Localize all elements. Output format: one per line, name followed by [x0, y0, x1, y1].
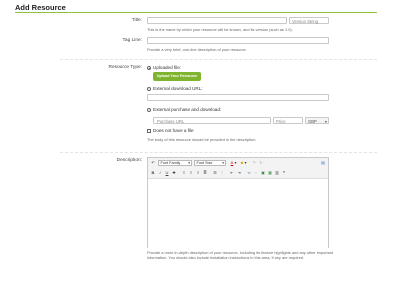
purchase-url-placeholder: Purchase URL: [157, 118, 185, 124]
repeat-icon[interactable]: ↻: [258, 160, 264, 166]
section-divider-2: [60, 152, 377, 153]
no-file-hint: The body of this resource should be prov…: [147, 137, 257, 142]
justify-icon[interactable]: ≣: [202, 170, 208, 176]
title-rule: [15, 12, 377, 13]
quote-icon[interactable]: ❝: [281, 170, 287, 176]
version-placeholder: Version String: [292, 18, 319, 24]
resource-type-label: Resource Type:: [108, 65, 142, 70]
align-right-icon[interactable]: ≡: [195, 170, 201, 176]
tagline-label: Tag Line:: [122, 38, 142, 43]
numbered-list-icon[interactable]: ⋮: [219, 170, 225, 176]
upload-resource-button[interactable]: Upload Your Resource: [153, 72, 201, 81]
uploaded-file-label: Uploaded file:: [153, 65, 182, 70]
editor-toolbar-row-2: B I U S ≡ ≡ ≡ ≣ ☰ ⋮ ⇤ ⇥ ∞ ⌁ ▣ ▦ ▥ ❝: [148, 168, 328, 178]
external-purchase-radio[interactable]: [147, 108, 151, 112]
title-hint: This is the name by which your resource …: [147, 27, 293, 32]
title-label: Title:: [131, 18, 142, 23]
uploaded-file-radio[interactable]: [147, 66, 151, 70]
indent-icon[interactable]: ⇥: [236, 170, 242, 176]
editor-text-area[interactable]: [148, 178, 328, 249]
external-purchase-label: External purchase and download:: [153, 107, 222, 112]
editor-toolbar-row-1: ↶ Font Family Font Size A ▾ ☻ ▾ ↷ ↻ ▤: [148, 158, 328, 168]
currency-select[interactable]: GBP ▾: [305, 117, 329, 124]
bold-icon[interactable]: B: [150, 170, 156, 176]
undo-icon[interactable]: ↶: [150, 160, 156, 166]
source-code-icon[interactable]: ▤: [320, 160, 326, 166]
font-size-select[interactable]: Font Size: [194, 160, 226, 166]
outdent-icon[interactable]: ⇤: [229, 170, 235, 176]
align-left-icon[interactable]: ≡: [181, 170, 187, 176]
link-icon[interactable]: ∞: [246, 170, 252, 176]
page-title: Add Resource: [15, 3, 66, 12]
external-url-label: External download URL:: [153, 86, 203, 91]
price-placeholder: Price: [276, 118, 286, 124]
code-icon[interactable]: ▥: [274, 170, 280, 176]
unlink-icon[interactable]: ⌁: [253, 170, 259, 176]
purchase-url-input[interactable]: Purchase URL: [153, 117, 271, 124]
version-input[interactable]: Version String: [289, 17, 329, 24]
bullet-list-icon[interactable]: ☰: [212, 170, 218, 176]
price-input[interactable]: Price: [273, 117, 303, 124]
external-url-radio[interactable]: [147, 87, 151, 91]
redo-icon[interactable]: ↷: [251, 160, 257, 166]
media-icon[interactable]: ▦: [267, 170, 273, 176]
chevron-down-icon[interactable]: ▾: [234, 160, 237, 166]
description-editor[interactable]: ↶ Font Family Font Size A ▾ ☻ ▾ ↷ ↻ ▤ B …: [147, 157, 329, 249]
italic-icon[interactable]: I: [157, 170, 163, 176]
currency-value: GBP: [308, 118, 317, 124]
strikethrough-icon[interactable]: S: [171, 170, 177, 176]
underline-icon[interactable]: U: [164, 170, 170, 176]
chevron-down-icon[interactable]: ▾: [244, 160, 247, 166]
tagline-input[interactable]: [147, 37, 329, 44]
tagline-hint: Provide a very brief, one-line descripti…: [147, 47, 247, 52]
no-file-label: Does not have a file: [153, 128, 194, 133]
external-url-input[interactable]: [147, 94, 329, 101]
no-file-checkbox[interactable]: [147, 129, 151, 133]
section-divider-1: [60, 59, 377, 60]
title-input[interactable]: [147, 17, 287, 24]
chevron-down-icon: ▾: [324, 118, 327, 124]
description-hint: Provide a more in-depth description of y…: [147, 250, 333, 261]
description-label: Description:: [116, 158, 142, 163]
image-icon[interactable]: ▣: [260, 170, 266, 176]
font-family-select[interactable]: Font Family: [158, 160, 192, 166]
align-center-icon[interactable]: ≡: [188, 170, 194, 176]
